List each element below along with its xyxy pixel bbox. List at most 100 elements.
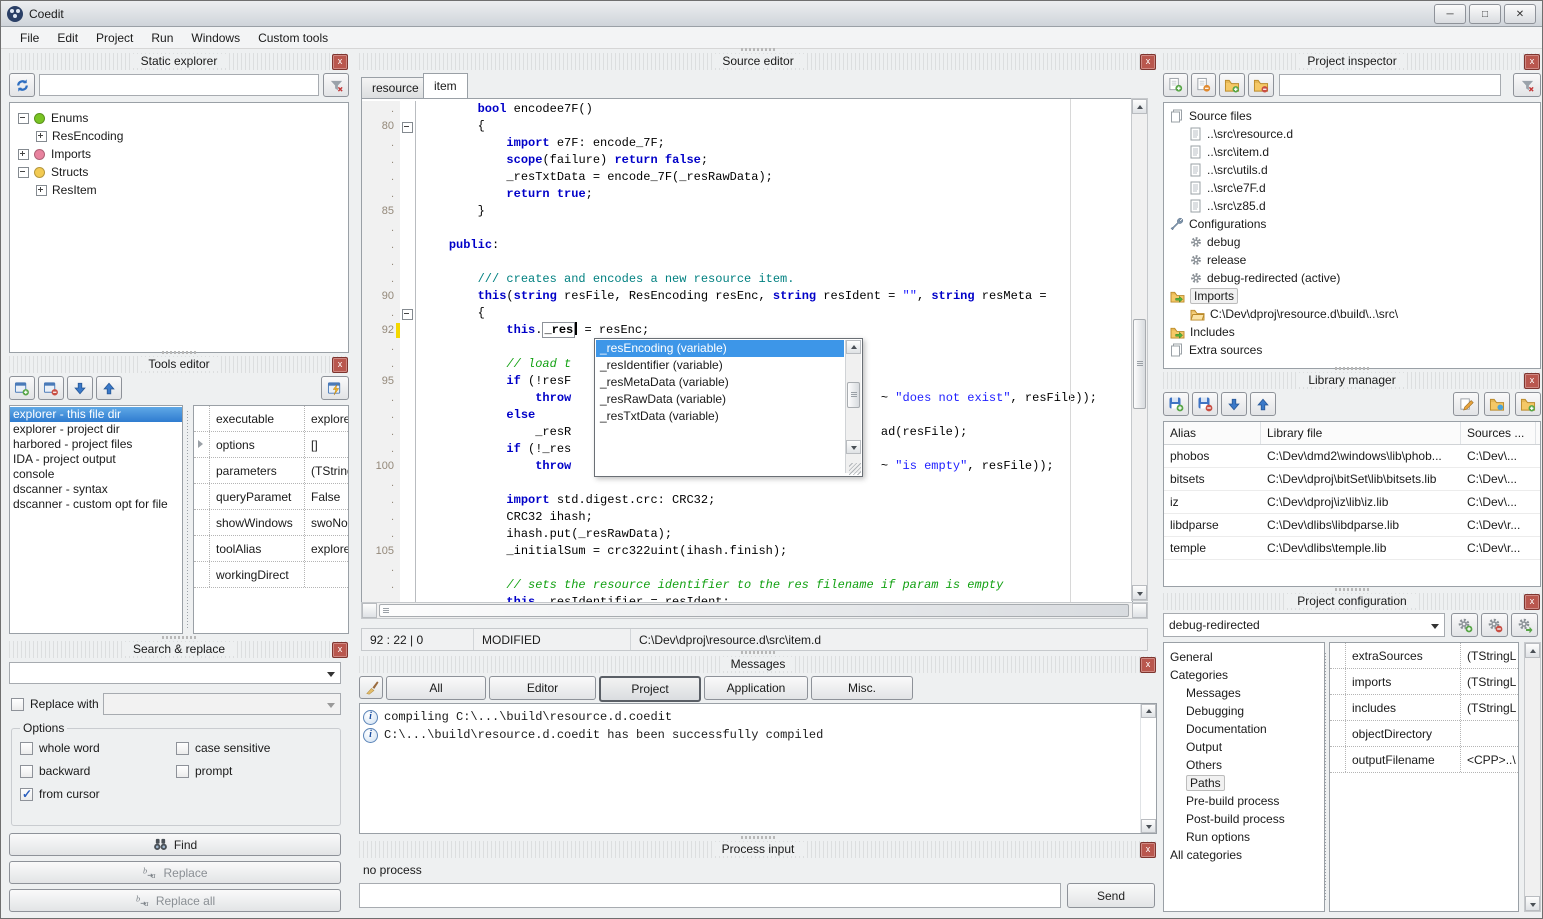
project-configuration-close-icon[interactable]: x: [1524, 594, 1540, 610]
property-value[interactable]: (TStringL: [1461, 649, 1518, 663]
fold-gutter[interactable]: [400, 322, 416, 339]
code-text[interactable]: this(string resFile, ResEncoding resEnc,…: [416, 288, 1054, 305]
property-row[interactable]: parameters(TStringL: [194, 458, 348, 484]
tree-item[interactable]: ResEncoding: [12, 127, 346, 145]
completion-item[interactable]: _resTxtData (variable): [596, 408, 844, 425]
column-header-alias[interactable]: Alias: [1164, 422, 1261, 444]
code-text[interactable]: [416, 475, 420, 492]
popup-resize-grip[interactable]: [849, 463, 861, 475]
tools-editor-close-icon[interactable]: x: [332, 357, 348, 373]
splitter-grip[interactable]: [162, 636, 196, 639]
code-text[interactable]: if (!resF: [416, 373, 571, 390]
property-row[interactable]: includes(TStringL: [1330, 695, 1518, 721]
tool-list-item[interactable]: harbored - project files: [10, 437, 182, 452]
line-number[interactable]: 100: [362, 458, 400, 475]
fold-gutter[interactable]: [400, 169, 416, 186]
completion-item[interactable]: _resEncoding (variable): [596, 340, 844, 357]
tool-remove-button[interactable]: [38, 376, 64, 400]
property-value[interactable]: (TStringL: [305, 464, 348, 478]
fold-gutter[interactable]: [400, 237, 416, 254]
inspector-tree-item[interactable]: Imports: [1166, 287, 1538, 305]
fold-gutter[interactable]: [400, 526, 416, 543]
fold-gutter[interactable]: [400, 475, 416, 492]
splitter-grip[interactable]: [741, 651, 775, 654]
popup-scrollbar[interactable]: [845, 340, 861, 473]
menu-run[interactable]: Run: [142, 29, 182, 47]
fold-gutter[interactable]: [400, 135, 416, 152]
code-text[interactable]: this._res = resEnc;: [416, 322, 649, 339]
splitter-grip[interactable]: [741, 48, 775, 51]
library-remove-button[interactable]: [1192, 392, 1218, 416]
library-row[interactable]: templeC:\Dev\dlibs\temple.libC:\Dev\r...: [1164, 537, 1540, 560]
tool-list-item[interactable]: dscanner - syntax: [10, 482, 182, 497]
category-item[interactable]: Categories: [1166, 666, 1322, 684]
code-text[interactable]: [416, 560, 420, 577]
fold-gutter[interactable]: [400, 288, 416, 305]
code-text[interactable]: }: [416, 203, 485, 220]
category-item[interactable]: Pre-build process: [1166, 792, 1322, 810]
fold-gutter[interactable]: [400, 424, 416, 441]
code-text[interactable]: _initialSum = crc322uint(ihash.finish);: [416, 543, 787, 560]
option-checkbox-prompt[interactable]: prompt: [176, 764, 332, 778]
expand-icon[interactable]: [36, 131, 47, 142]
code-text[interactable]: if (!_res: [416, 441, 571, 458]
inspector-tree-item[interactable]: Extra sources: [1166, 341, 1538, 359]
fold-gutter[interactable]: [400, 560, 416, 577]
project-inspector-filter-input[interactable]: [1279, 74, 1501, 96]
tree-item[interactable]: ResItem: [12, 181, 346, 199]
inspector-tree-item[interactable]: ..\src\utils.d: [1166, 161, 1538, 179]
scroll-down-icon[interactable]: [1132, 585, 1147, 600]
fold-gutter[interactable]: [400, 509, 416, 526]
code-text[interactable]: public:: [416, 237, 499, 254]
line-number[interactable]: .: [362, 577, 400, 594]
minimize-button[interactable]: ─: [1434, 4, 1466, 24]
menu-project[interactable]: Project: [87, 29, 142, 47]
library-row[interactable]: phobosC:\Dev\dmd2\windows\lib\phob...C:\…: [1164, 445, 1540, 468]
line-number[interactable]: .: [362, 186, 400, 203]
fold-collapse-icon[interactable]: [402, 122, 413, 133]
library-move-down-button[interactable]: [1221, 392, 1247, 416]
tools-splitter[interactable]: [185, 411, 190, 629]
fold-gutter[interactable]: [400, 390, 416, 407]
line-number[interactable]: .: [362, 271, 400, 288]
tree-item[interactable]: Imports: [12, 145, 346, 163]
code-text[interactable]: [416, 339, 420, 356]
scroll-thumb[interactable]: [379, 604, 1129, 617]
menu-edit[interactable]: Edit: [48, 29, 87, 47]
inspector-tree-item[interactable]: ..\src\resource.d: [1166, 125, 1538, 143]
remove-folder-button[interactable]: [1248, 73, 1274, 97]
line-number[interactable]: .: [362, 441, 400, 458]
fold-gutter[interactable]: [400, 543, 416, 560]
tool-execute-button[interactable]: [321, 376, 349, 400]
replace-button[interactable]: ba Replace: [9, 861, 341, 884]
project-inspector-close-icon[interactable]: x: [1524, 54, 1540, 70]
property-row[interactable]: imports(TStringL: [1330, 669, 1518, 695]
line-number[interactable]: .: [362, 101, 400, 118]
code-text[interactable]: {: [416, 118, 485, 135]
remove-file-button[interactable]: [1191, 73, 1216, 97]
inspector-tree-item[interactable]: C:\Dev\dproj\resource.d\build\..\src\: [1166, 305, 1538, 323]
code-text[interactable]: import e7F: encode_7F;: [416, 135, 665, 152]
property-row[interactable]: workingDirect: [194, 562, 348, 588]
replace-all-button[interactable]: ba Replace all: [9, 889, 341, 912]
property-row[interactable]: showWindowsswoNon: [194, 510, 348, 536]
find-button[interactable]: Find: [9, 833, 341, 856]
scroll-left-icon[interactable]: [362, 603, 377, 618]
line-number[interactable]: .: [362, 509, 400, 526]
property-value[interactable]: swoNon: [305, 516, 348, 530]
close-button[interactable]: ✕: [1504, 4, 1536, 24]
option-checkbox-from-cursor[interactable]: from cursor: [20, 787, 176, 801]
fold-gutter[interactable]: [400, 441, 416, 458]
line-number[interactable]: .: [362, 220, 400, 237]
line-number[interactable]: .: [362, 407, 400, 424]
message-row[interactable]: icompiling C:\...\build\resource.d.coedi…: [360, 708, 1156, 726]
configuration-selector[interactable]: debug-redirected: [1163, 613, 1445, 637]
fold-gutter[interactable]: [400, 186, 416, 203]
property-row[interactable]: executableexplorer: [194, 406, 348, 432]
option-checkbox-whole-word[interactable]: whole word: [20, 741, 176, 755]
inspector-tree-item[interactable]: debug: [1166, 233, 1538, 251]
inspector-tree-item[interactable]: release: [1166, 251, 1538, 269]
line-number[interactable]: .: [362, 135, 400, 152]
code-text[interactable]: // load t: [416, 356, 571, 373]
line-number[interactable]: 90: [362, 288, 400, 305]
